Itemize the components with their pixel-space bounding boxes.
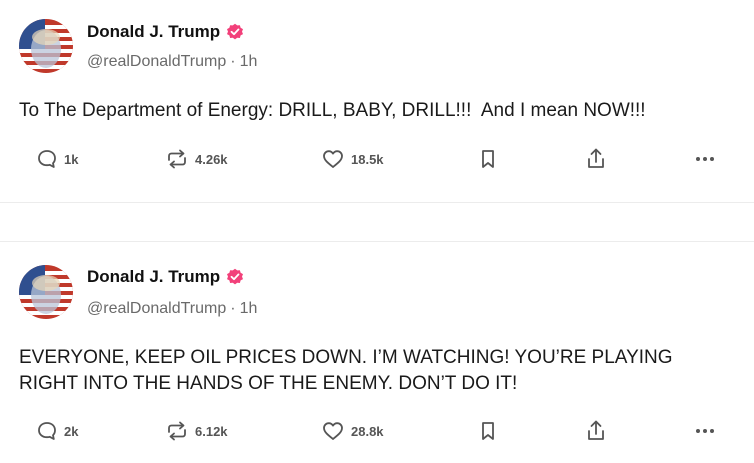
flag-portrait-icon — [19, 19, 73, 73]
more-options-button[interactable] — [693, 144, 717, 174]
repost-button[interactable]: 4.26k — [165, 144, 228, 174]
like-button[interactable]: 28.8k — [321, 416, 384, 446]
repost-count: 6.12k — [195, 423, 228, 439]
post-text: To The Department of Energy: DRILL, BABY… — [19, 100, 646, 121]
share-button[interactable] — [585, 416, 607, 446]
speech-bubble-icon — [38, 150, 56, 168]
share-upload-icon — [588, 420, 604, 440]
more-options-button[interactable] — [693, 416, 717, 446]
reply-count: 2k — [64, 423, 79, 439]
author-handle[interactable]: @realDonaldTrump — [87, 53, 226, 70]
reply-button[interactable]: 1k — [36, 144, 78, 174]
separator-dot: · — [230, 300, 236, 317]
post-time[interactable]: 1h — [240, 300, 258, 317]
avatar[interactable] — [19, 19, 73, 73]
reply-count: 1k — [64, 151, 79, 167]
bookmark-button[interactable] — [478, 144, 498, 174]
verified-badge-icon — [227, 268, 244, 285]
heart-icon — [323, 150, 343, 168]
avatar[interactable] — [19, 265, 73, 319]
post-text: EVERYONE, KEEP OIL PRICES DOWN. I’M WATC… — [19, 347, 673, 394]
author-handle[interactable]: @realDonaldTrump — [87, 300, 226, 317]
flag-portrait-icon — [19, 265, 73, 319]
more-dots-icon — [696, 429, 714, 433]
heart-icon — [323, 422, 343, 440]
more-dots-icon — [696, 157, 714, 161]
action-bar: 1k 4.26k 18.5k — [0, 144, 754, 174]
like-button[interactable]: 18.5k — [321, 144, 384, 174]
repost-count: 4.26k — [195, 151, 228, 167]
share-button[interactable] — [585, 144, 607, 174]
share-upload-icon — [588, 148, 604, 168]
bookmark-icon — [482, 422, 494, 440]
action-bar: 2k 6.12k 28.8k — [0, 416, 754, 446]
post[interactable]: Donald J. Trump @realDonaldTrump · 1h To T… — [0, 0, 754, 202]
reply-button[interactable]: 2k — [36, 416, 78, 446]
repost-arrows-icon — [168, 421, 186, 441]
bookmark-icon — [482, 150, 494, 168]
repost-arrows-icon — [168, 149, 186, 169]
author-name[interactable]: Donald J. Trump — [87, 22, 220, 42]
repost-button[interactable]: 6.12k — [165, 416, 228, 446]
bookmark-button[interactable] — [478, 416, 498, 446]
separator-dot: · — [230, 53, 236, 70]
speech-bubble-icon — [38, 422, 56, 440]
verified-badge-icon — [227, 23, 244, 40]
like-count: 18.5k — [351, 151, 384, 167]
like-count: 28.8k — [351, 423, 384, 439]
post-time[interactable]: 1h — [240, 53, 258, 70]
post-divider — [0, 202, 754, 242]
author-name[interactable]: Donald J. Trump — [87, 267, 220, 287]
post[interactable]: Donald J. Trump @realDonaldTrump · 1h EVER… — [0, 242, 754, 463]
